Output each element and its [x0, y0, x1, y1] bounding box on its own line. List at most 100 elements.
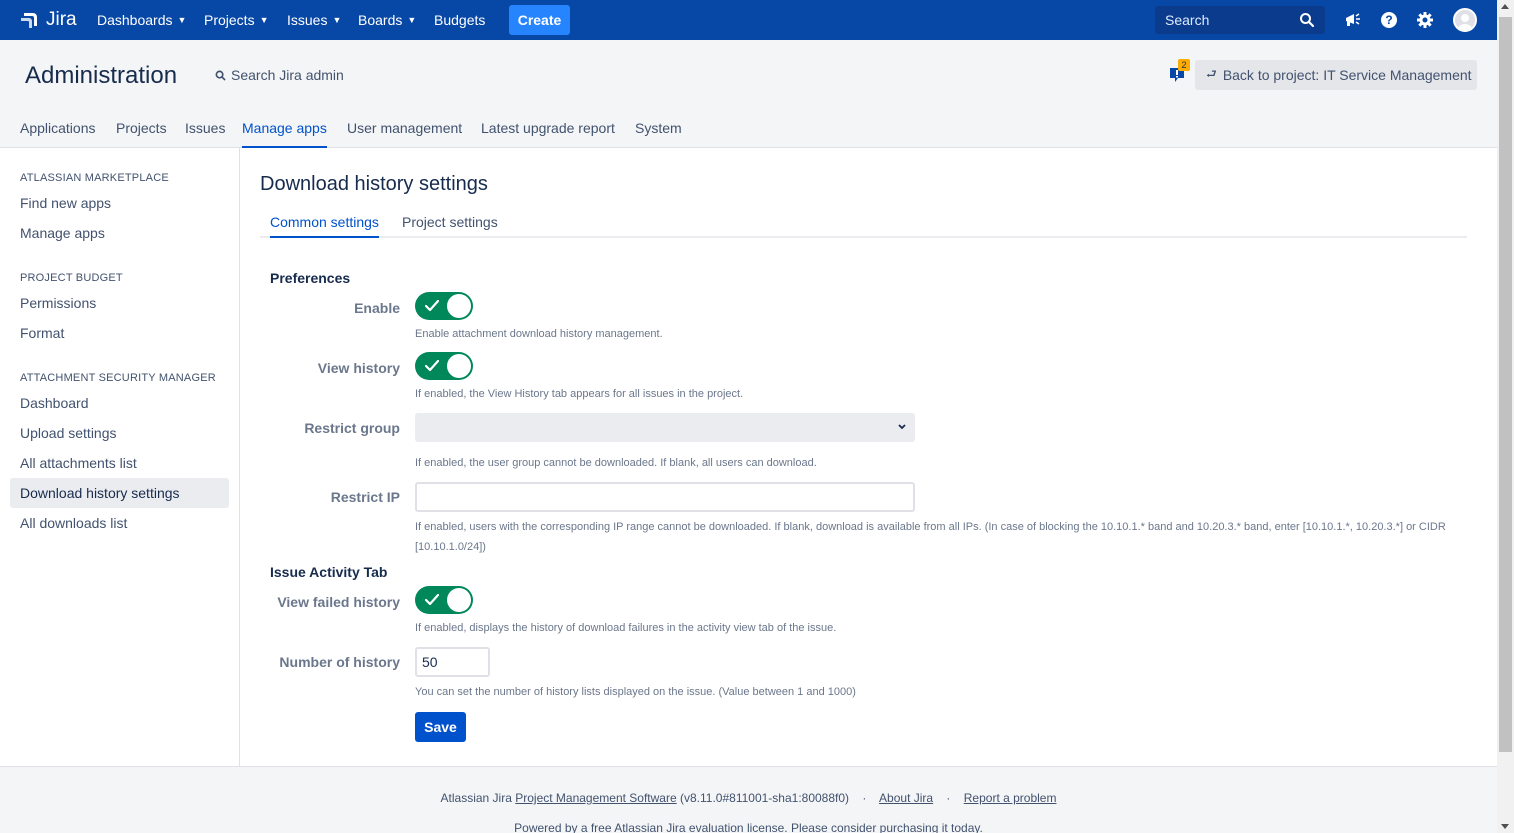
nav-projects-label: Projects — [204, 12, 255, 28]
toggle-knob — [447, 294, 471, 318]
tab-latest-upgrade-report[interactable]: Latest upgrade report — [481, 120, 615, 148]
jira-logo-text: Jira — [46, 9, 77, 30]
top-navigation: Jira Dashboards ▼ Projects ▼ Issues ▼ Bo… — [0, 0, 1497, 40]
sidebar-item-dashboard[interactable]: Dashboard — [10, 388, 229, 418]
search-icon — [1300, 13, 1315, 28]
restrict-ip-help-text: If enabled, users with the corresponding… — [415, 521, 1446, 533]
footer-report-link[interactable]: Report a problem — [964, 791, 1057, 805]
footer-version: (v8.11.0#811001-sha1:80088f0) — [680, 791, 850, 805]
sidebar: ATLASSIAN MARKETPLACE Find new apps Mana… — [0, 148, 240, 766]
tab-user-management[interactable]: User management — [347, 120, 462, 148]
nav-boards-label: Boards — [358, 12, 403, 28]
tab-system[interactable]: System — [635, 120, 682, 148]
user-icon — [1458, 14, 1472, 30]
sidebar-heading-project-budget: PROJECT BUDGET — [20, 272, 123, 284]
nav-budgets-label: Budgets — [434, 12, 486, 28]
nav-dashboards-label: Dashboards — [97, 12, 173, 28]
sidebar-item-permissions[interactable]: Permissions — [10, 288, 229, 318]
page-title: Administration — [25, 62, 178, 89]
preferences-heading: Preferences — [270, 270, 351, 286]
tab-common-settings[interactable]: Common settings — [270, 214, 379, 238]
restrict-ip-help-text-2: [10.10.1.0/24]) — [415, 541, 486, 553]
chevron-down-icon: ▼ — [332, 15, 342, 25]
issue-activity-heading: Issue Activity Tab — [270, 564, 388, 580]
enable-help-text: Enable attachment download history manag… — [415, 328, 663, 340]
sidebar-heading-marketplace: ATLASSIAN MARKETPLACE — [20, 172, 169, 184]
admin-search-label: Search Jira admin — [231, 67, 344, 83]
tab-manage-apps[interactable]: Manage apps — [242, 120, 327, 148]
search-placeholder: Search — [1165, 12, 1210, 28]
settings-title: Download history settings — [260, 173, 488, 195]
tab-issues[interactable]: Issues — [185, 120, 225, 148]
enable-toggle[interactable] — [415, 292, 473, 320]
number-of-history-input[interactable]: 50 — [415, 647, 490, 677]
sidebar-item-find-new-apps[interactable]: Find new apps — [10, 188, 229, 218]
restrict-ip-input[interactable] — [415, 482, 915, 512]
view-history-toggle[interactable] — [415, 352, 473, 380]
sidebar-item-download-history-settings[interactable]: Download history settings — [10, 478, 229, 508]
view-history-label: View history — [317, 360, 400, 376]
help-icon[interactable]: ? — [1379, 10, 1399, 30]
search-input[interactable]: Search — [1155, 6, 1325, 34]
svg-text:?: ? — [1385, 13, 1392, 27]
jira-logo[interactable]: Jira — [20, 9, 77, 31]
nav-budgets[interactable]: Budgets — [434, 0, 485, 40]
sidebar-item-upload-settings[interactable]: Upload settings — [10, 418, 229, 448]
notification-button[interactable]: 2 — [1168, 59, 1190, 86]
admin-search-link[interactable]: Search Jira admin — [215, 67, 344, 83]
sidebar-item-all-attachments-list[interactable]: All attachments list — [10, 448, 229, 478]
back-to-project-label: Back to project: IT Service Management — [1222, 67, 1472, 83]
scroll-thumb[interactable] — [1499, 17, 1512, 752]
megaphone-icon[interactable] — [1343, 10, 1363, 30]
footer-links: Atlassian Jira Project Management Softwa… — [0, 791, 1497, 805]
create-button[interactable]: Create — [509, 5, 570, 35]
sidebar-item-format[interactable]: Format — [10, 318, 229, 348]
toggle-knob — [447, 588, 471, 612]
sidebar-item-all-downloads-list[interactable]: All downloads list — [10, 508, 229, 538]
footer: Atlassian Jira Project Management Softwa… — [0, 766, 1497, 833]
footer-about-link[interactable]: About Jira — [879, 791, 933, 805]
chevron-down-icon: ▼ — [407, 15, 417, 25]
avatar[interactable] — [1453, 8, 1477, 32]
restrict-group-select[interactable] — [415, 413, 915, 442]
footer-prefix: Atlassian Jira — [440, 791, 512, 805]
sidebar-heading-attachment-security: ATTACHMENT SECURITY MANAGER — [20, 372, 216, 384]
nav-projects[interactable]: Projects ▼ — [204, 0, 269, 40]
vertical-scrollbar[interactable] — [1497, 0, 1514, 833]
gear-icon[interactable] — [1415, 10, 1435, 30]
nav-issues[interactable]: Issues ▼ — [287, 0, 341, 40]
toggle-knob — [447, 354, 471, 378]
chevron-down-icon: ▼ — [177, 15, 187, 25]
restrict-ip-label: Restrict IP — [330, 489, 400, 505]
tab-projects[interactable]: Projects — [116, 120, 167, 148]
chevron-down-icon: ▼ — [259, 15, 269, 25]
view-history-help-text: If enabled, the View History tab appears… — [415, 388, 744, 400]
nav-issues-label: Issues — [287, 12, 328, 28]
save-button[interactable]: Save — [415, 712, 466, 742]
back-arrow-icon: ⮐ — [1206, 66, 1217, 81]
check-icon — [425, 360, 439, 372]
nav-dashboards[interactable]: Dashboards ▼ — [97, 0, 186, 40]
view-failed-history-toggle[interactable] — [415, 586, 473, 614]
tab-project-settings[interactable]: Project settings — [402, 214, 498, 238]
search-icon — [215, 70, 226, 81]
footer-software-link[interactable]: Project Management Software — [515, 791, 676, 805]
tab-applications[interactable]: Applications — [20, 120, 96, 148]
back-to-project-button[interactable]: ⮐ Back to project: IT Service Management — [1195, 60, 1477, 90]
footer-license: Powered by a free Atlassian Jira evaluat… — [514, 821, 983, 833]
restrict-group-help-text: If enabled, the user group cannot be dow… — [415, 457, 817, 469]
check-icon — [425, 300, 439, 312]
check-icon — [425, 594, 439, 606]
number-of-history-help-text: You can set the number of history lists … — [415, 686, 856, 698]
sidebar-item-manage-apps[interactable]: Manage apps — [10, 218, 229, 248]
number-of-history-label: Number of history — [279, 654, 400, 670]
admin-header: Administration Search Jira admin 2 ⮐ Bac… — [0, 40, 1497, 148]
scroll-down-arrow[interactable] — [1501, 824, 1509, 829]
nav-boards[interactable]: Boards ▼ — [358, 0, 416, 40]
chevron-down-icon — [898, 424, 906, 430]
jira-logo-icon — [21, 13, 37, 28]
view-failed-history-help-text: If enabled, displays the history of down… — [415, 622, 837, 634]
scroll-up-arrow[interactable] — [1501, 4, 1509, 9]
enable-label: Enable — [354, 300, 400, 316]
restrict-group-label: Restrict group — [304, 420, 400, 436]
